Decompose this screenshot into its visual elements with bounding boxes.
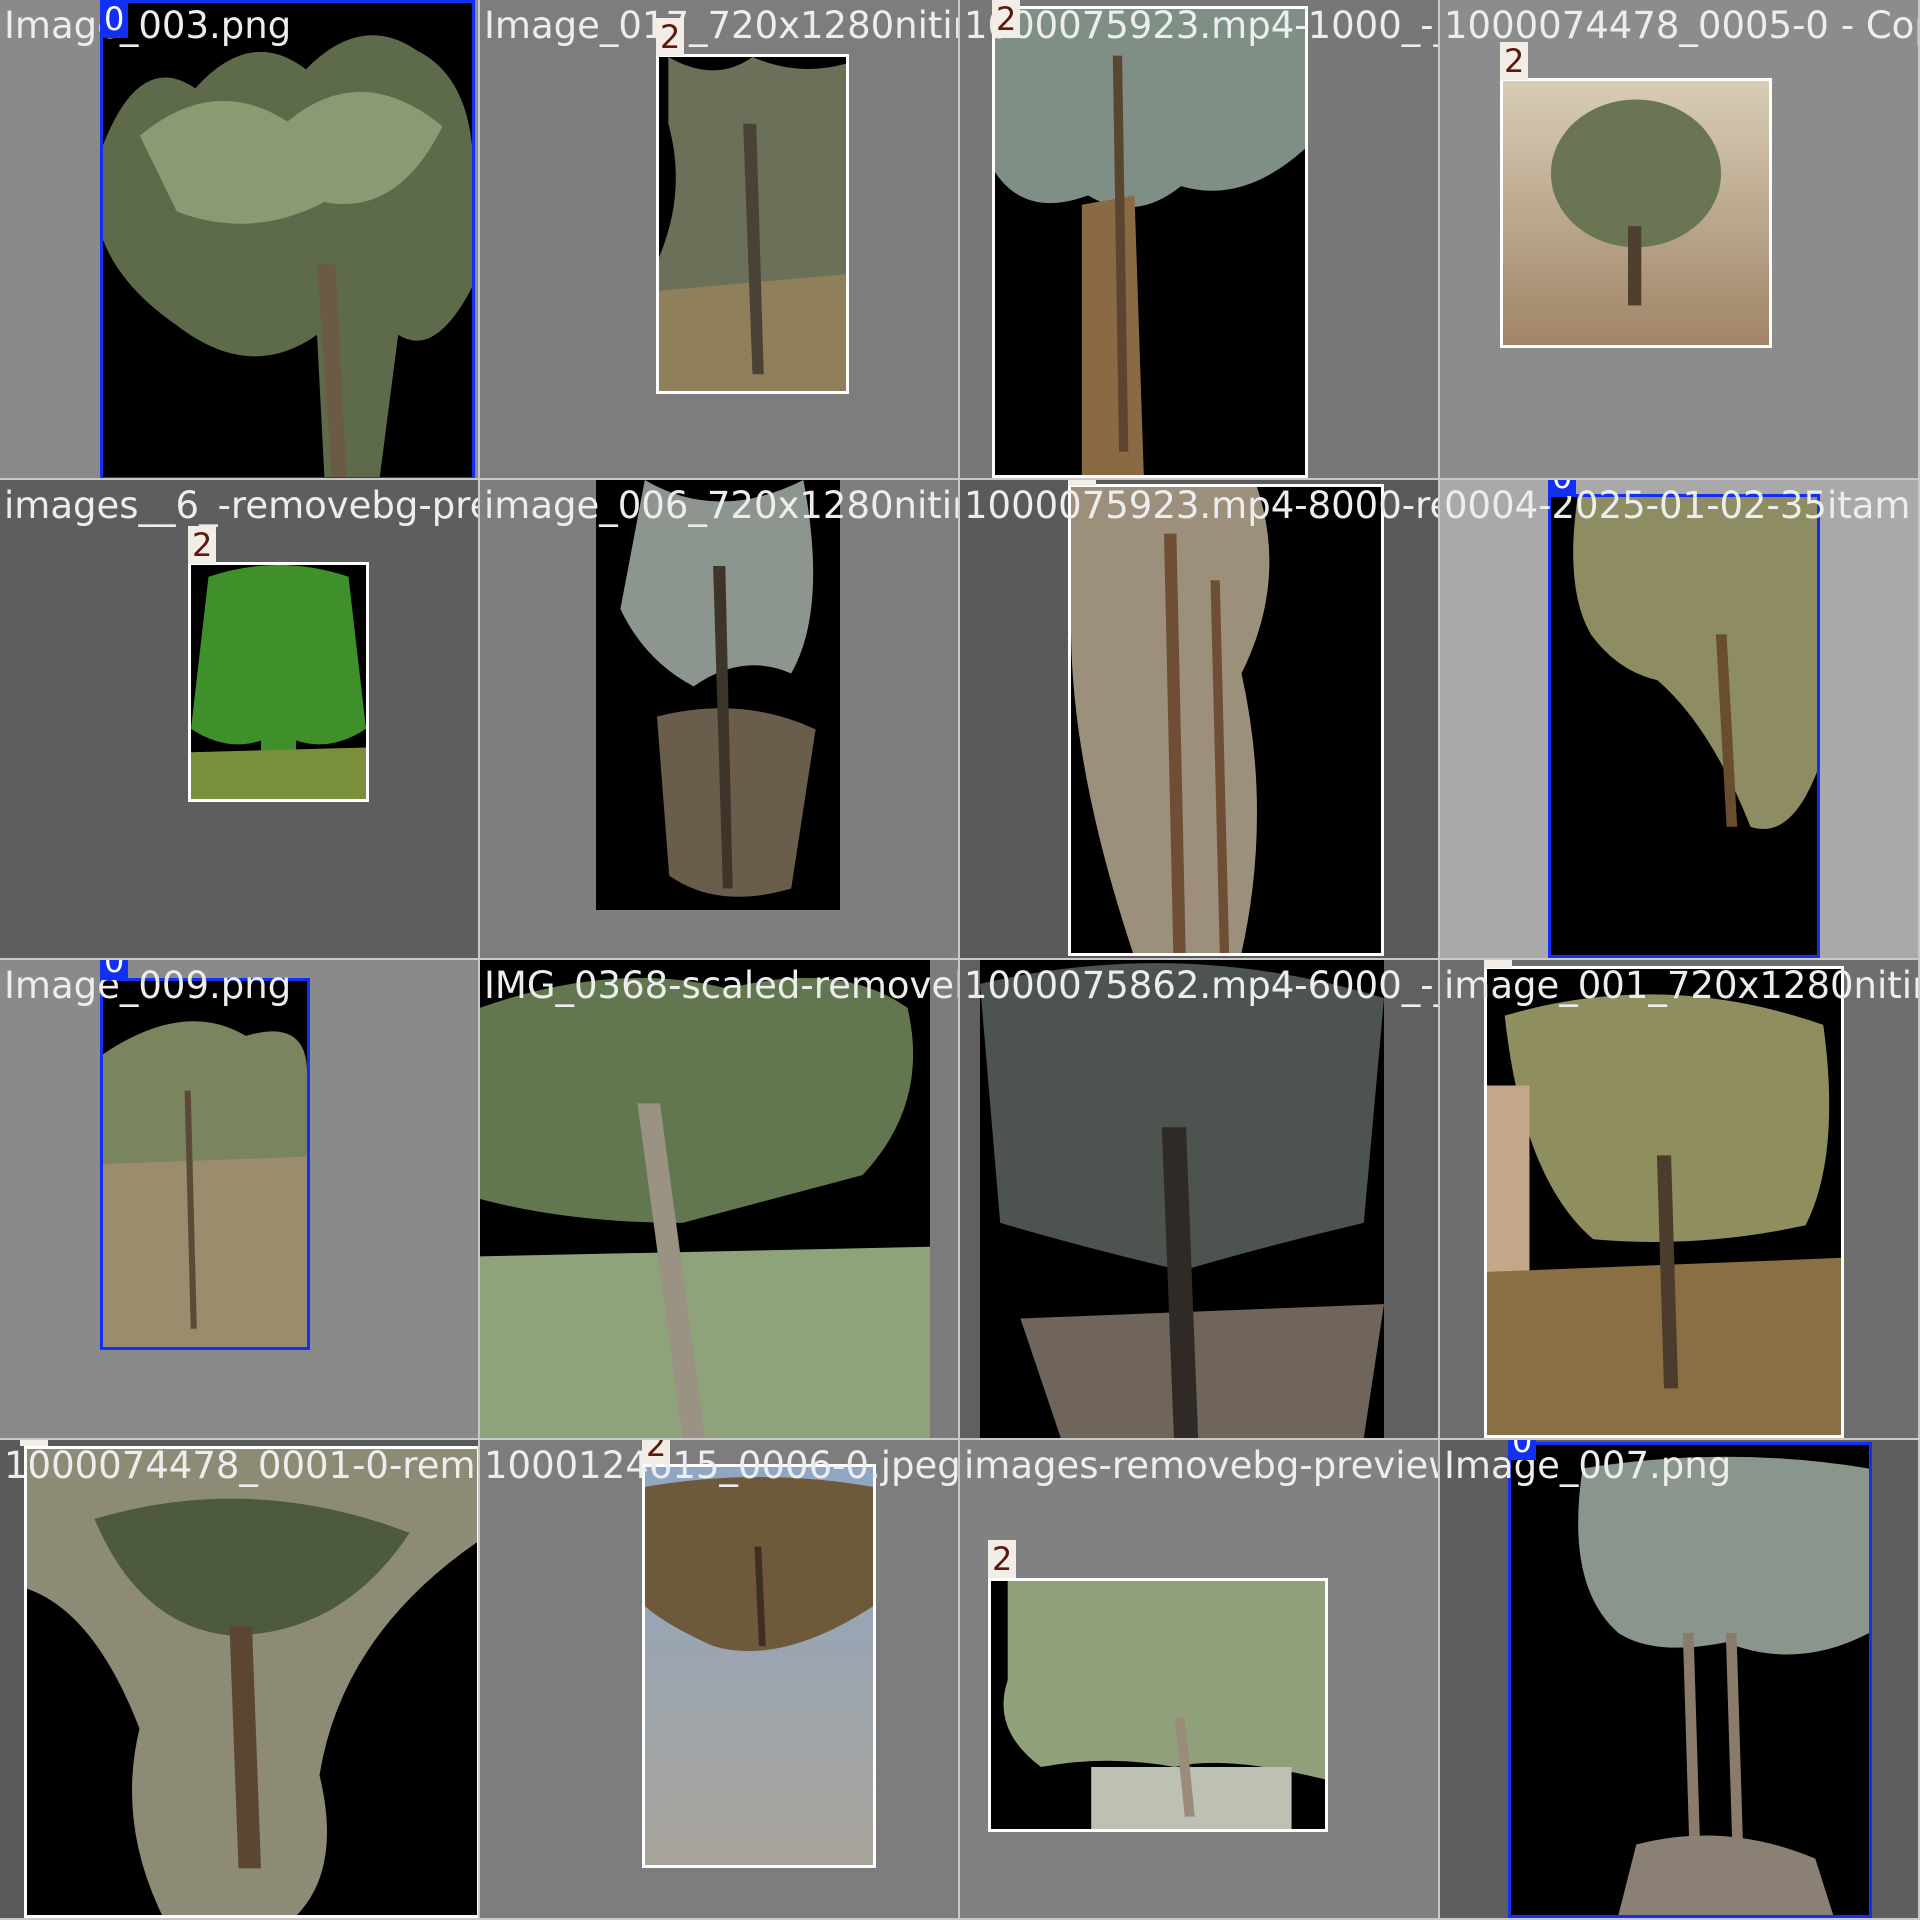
- tree-photo: [480, 960, 930, 1438]
- tile-8: 0 0004-2025-01-02-35itam: [1440, 480, 1920, 960]
- bounding-box: [1508, 1442, 1872, 1918]
- class-label: 2: [20, 1440, 49, 1446]
- tile-16: 0 Image_007.png: [1440, 1440, 1920, 1920]
- bounding-box: [24, 1446, 478, 1918]
- tile-13: 2 1000074478_0001-0-removebg-preview: [0, 1440, 480, 1920]
- tile-3: 2 1000075923.mp4-1000_-_Copy-removebg-pr…: [960, 0, 1440, 480]
- image-filename: images__6_-removebg-preview.png: [4, 484, 480, 527]
- tile-10: IMG_0368-scaled-removebg-preview.png: [480, 960, 960, 1440]
- tree-photo: [645, 1467, 873, 1865]
- class-label: 2: [656, 18, 685, 56]
- class-label: 2: [642, 1440, 671, 1464]
- tree-photo: [103, 3, 472, 477]
- tree-photo: [995, 9, 1305, 475]
- bounding-box: [1484, 966, 1844, 1438]
- tile-9: 0 Image_009.png: [0, 960, 480, 1440]
- class-label: 2: [1500, 42, 1529, 80]
- class-label: 0: [100, 0, 129, 38]
- tile-4: 2 1000074478_0005-0 - Copy: [1440, 0, 1920, 480]
- tile-2: 2 Image_017_720x1280nitinsi-removebg-pre…: [480, 0, 960, 480]
- bounding-box: [656, 54, 849, 394]
- tree-photo: [1551, 497, 1817, 955]
- tree-photo: [1487, 969, 1841, 1435]
- bounding-box: [1548, 494, 1820, 958]
- class-label: 0: [1548, 480, 1577, 496]
- class-label: 0: [100, 960, 129, 980]
- tree-photo: [1071, 487, 1381, 953]
- image-filename: Image_017_720x1280nitinsi-removebg-previ…: [484, 4, 958, 47]
- tree-cutout: [596, 480, 840, 910]
- bounding-box: [1068, 484, 1384, 956]
- image-filename: images-removebg-preview.png: [964, 1444, 1438, 1487]
- class-label: 2: [1484, 960, 1513, 968]
- tile-1: 0 Image_003.png: [0, 0, 480, 480]
- tree-cutout: [480, 960, 930, 1438]
- tile-5: 2 images__6_-removebg-preview.png: [0, 480, 480, 960]
- training-batch-mosaic: 0 Image_003.png 2 Image_017_720x1280niti…: [0, 0, 1920, 1920]
- class-label: 2: [988, 1540, 1017, 1578]
- class-label: 2: [188, 526, 217, 564]
- tree-cutout: [980, 960, 1384, 1438]
- tree-photo: [103, 981, 307, 1347]
- bounding-box: [642, 1464, 876, 1868]
- class-label: 2: [992, 0, 1021, 38]
- tree-photo: [1503, 81, 1769, 345]
- tree-photo: [991, 1581, 1325, 1829]
- class-label: 2: [1068, 480, 1097, 486]
- tree-photo: [659, 57, 846, 391]
- tile-6: image_006_720x1280nitinc-removebg-previe…: [480, 480, 960, 960]
- tile-12: 2 image_001_720x1280nitinsi: [1440, 960, 1920, 1440]
- bounding-box: [1500, 78, 1772, 348]
- bounding-box: [100, 978, 310, 1350]
- tile-7: 2 1000075923.mp4-8000-removebg-preview: [960, 480, 1440, 960]
- tree-photo: [27, 1449, 477, 1915]
- tree-photo: [596, 480, 840, 910]
- bounding-box: [100, 0, 475, 478]
- tile-15: 2 images-removebg-preview.png: [960, 1440, 1440, 1920]
- tile-11: 1000075862.mp4-6000_-_Copy-removebg-prev…: [960, 960, 1440, 1440]
- class-label: 0: [1508, 1440, 1537, 1460]
- tile-14: 2 1000124615_0006-0.jpeg: [480, 1440, 960, 1920]
- tree-photo: [191, 565, 366, 799]
- bounding-box: [988, 1578, 1328, 1832]
- bounding-box: [992, 6, 1308, 478]
- bounding-box: [188, 562, 369, 802]
- tree-photo: [1511, 1445, 1869, 1915]
- tree-photo: [980, 960, 1384, 1438]
